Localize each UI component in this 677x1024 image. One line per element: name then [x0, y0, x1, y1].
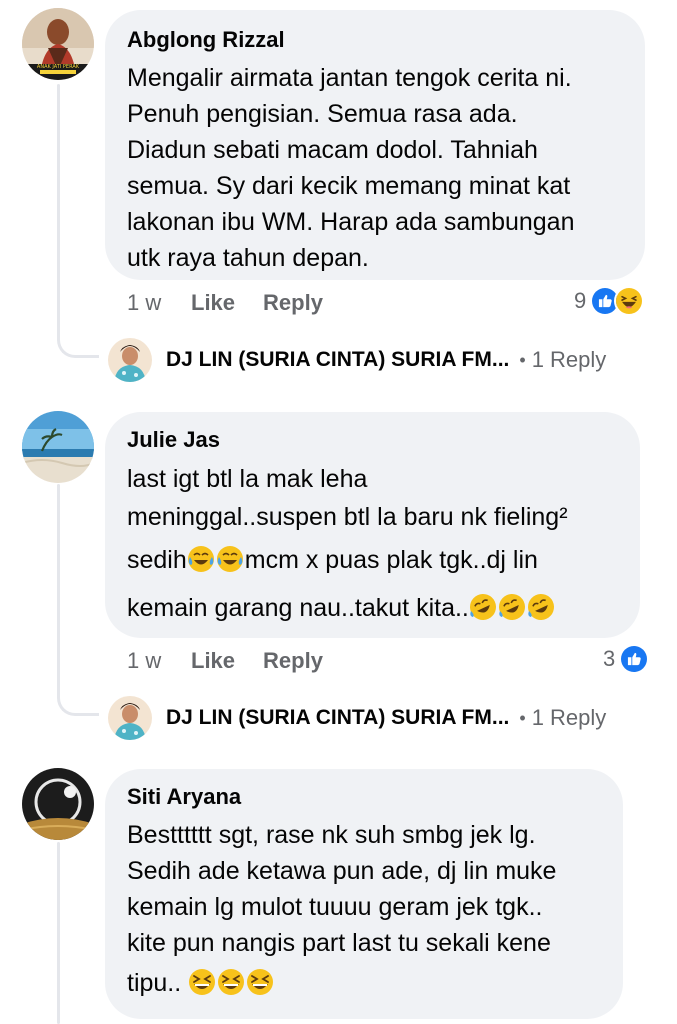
like-button[interactable]: Like: [191, 648, 235, 674]
comment-line: kemain lg mulot tuuuu geram jek tgk..: [127, 893, 543, 921]
comment-age[interactable]: 1 w: [127, 648, 191, 674]
comment-author[interactable]: Julie Jas: [127, 426, 618, 454]
comment-line-with-emoji: sedih mcm x puas plak tgk..dj lin: [127, 536, 618, 584]
comment-line: Penuh pengisian. Semua rasa ada.: [127, 100, 518, 128]
avatar[interactable]: [22, 768, 94, 840]
comment-line: semua. Sy dari kecik memang minat kat: [127, 172, 571, 200]
comment-text: mcm x puas plak tgk..dj lin: [244, 546, 538, 574]
avatar[interactable]: [22, 411, 94, 483]
comment-line-with-emoji: kemain garang nau..takut kita..: [127, 584, 618, 632]
comment-text: tipu..: [127, 969, 182, 997]
reaction-count: 9: [574, 288, 587, 313]
avatar-image: [22, 768, 94, 840]
avatar[interactable]: [108, 696, 152, 740]
comment-line: Diadun sebati macam dodol. Tahniah: [127, 136, 538, 164]
comment-age[interactable]: 1 w: [127, 290, 191, 316]
haha-reaction-icon: [614, 286, 645, 316]
reply-count[interactable]: 1 Reply: [532, 705, 607, 731]
reply-count[interactable]: 1 Reply: [532, 347, 607, 373]
comment-actions: 1 w Like Reply: [127, 290, 351, 316]
comment-bubble: Abglong Rizzal Mengalir airmata jantan t…: [105, 10, 645, 280]
separator-dot: •: [519, 349, 526, 370]
comment-line: Mengalir airmata jantan tengok cerita ni…: [127, 64, 572, 92]
thread-connector: [57, 320, 99, 358]
grinning-squinting-emoji: [217, 968, 245, 996]
comment-text: kemain garang nau..takut kita..: [127, 594, 469, 622]
comment-author[interactable]: Siti Aryana: [127, 783, 601, 811]
comment-line: utk raya tahun depan.: [127, 244, 369, 272]
comment-author[interactable]: Abglong Rizzal: [127, 26, 623, 54]
comment-line: Bestttttt sgt, rase nk suh smbg jek lg.: [127, 821, 536, 849]
comment-line: last igt btl la mak leha: [127, 465, 368, 493]
grinning-squinting-emoji: [188, 968, 216, 996]
comment-line: kite pun nangis part last tu sekali kene: [127, 929, 551, 957]
reaction-count: 3: [603, 646, 616, 671]
like-button[interactable]: Like: [191, 290, 235, 316]
reaction-summary[interactable]: 9: [574, 286, 645, 316]
thread-line: [57, 842, 60, 1024]
comment-line: lakonan ibu WM. Harap ada sambungan: [127, 208, 575, 236]
comment-line-with-emoji: tipu..: [127, 961, 601, 1005]
avatar-image: ANAK JATI PERAK: [22, 8, 94, 80]
avatar-caption: ANAK JATI PERAK: [37, 64, 80, 70]
thread-connector: [57, 678, 99, 716]
like-reaction-icon: [619, 644, 650, 674]
reply-preview[interactable]: DJ LIN (SURIA CINTA) SURIA FM... • 1 Rep…: [108, 696, 606, 740]
comment-text: sedih: [127, 546, 187, 574]
avatar[interactable]: [108, 338, 152, 382]
rolling-laughing-emoji: [469, 593, 497, 621]
reply-author[interactable]: DJ LIN (SURIA CINTA) SURIA FM...: [166, 706, 509, 730]
comment-actions: 1 w Like Reply: [127, 648, 351, 674]
comment-line: meninggal..suspen btl la baru nk fieling…: [127, 503, 568, 531]
reply-author[interactable]: DJ LIN (SURIA CINTA) SURIA FM...: [166, 348, 509, 372]
avatar-image: [22, 411, 94, 483]
thread-line: [57, 484, 60, 692]
separator-dot: •: [519, 707, 526, 728]
grinning-squinting-emoji: [246, 968, 274, 996]
reply-button[interactable]: Reply: [263, 290, 323, 316]
reply-button[interactable]: Reply: [263, 648, 323, 674]
avatar[interactable]: ANAK JATI PERAK: [22, 8, 94, 80]
thread-line: [57, 84, 60, 334]
comment-bubble: Siti Aryana Bestttttt sgt, rase nk suh s…: [105, 769, 623, 1019]
reaction-summary[interactable]: 3: [603, 644, 650, 674]
comment-line: Sedih ade ketawa pun ade, dj lin muke: [127, 857, 557, 885]
tears-of-joy-emoji: [216, 545, 244, 573]
reply-preview[interactable]: DJ LIN (SURIA CINTA) SURIA FM... • 1 Rep…: [108, 338, 606, 382]
tears-of-joy-emoji: [187, 545, 215, 573]
comment-bubble: Julie Jas last igt btl la mak leha menin…: [105, 412, 640, 638]
rolling-laughing-emoji: [498, 593, 526, 621]
rolling-laughing-emoji: [527, 593, 555, 621]
